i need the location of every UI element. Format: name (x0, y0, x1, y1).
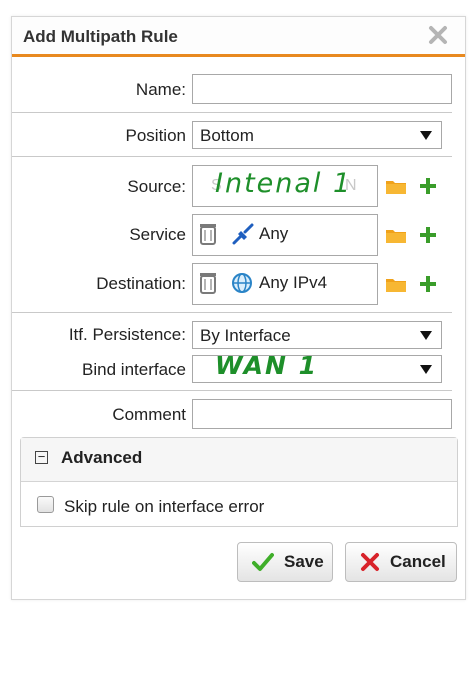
advanced-panel: − Advanced Skip rule on interface error (20, 437, 458, 527)
cancel-button[interactable]: Cancel (345, 542, 457, 582)
trash-icon[interactable] (199, 272, 217, 294)
add-multipath-rule-dialog: Add Multipath Rule Name: Position Bottom… (11, 16, 466, 600)
position-label: Position (125, 126, 186, 145)
skip-rule-checkbox[interactable] (37, 496, 54, 513)
bind-interface-select[interactable]: WAN 1 (192, 351, 442, 383)
source-list[interactable]: S N Intenal 1 (192, 165, 378, 207)
add-icon[interactable] (418, 225, 438, 245)
chevron-down-icon (420, 331, 432, 340)
chevron-down-icon (420, 365, 432, 374)
add-icon[interactable] (418, 274, 438, 294)
dialog-title: Add Multipath Rule (23, 27, 178, 46)
cross-icon (361, 553, 379, 571)
advanced-header-label: Advanced (61, 448, 143, 467)
bind-interface-label: Bind interface (82, 360, 186, 379)
separator (12, 390, 452, 391)
folder-icon[interactable] (385, 276, 407, 293)
destination-item[interactable]: Any IPv4 (199, 272, 327, 294)
service-item[interactable]: Any (199, 223, 288, 245)
separator (12, 156, 452, 157)
bind-interface-handwritten-annotation: WAN 1 (215, 351, 319, 380)
separator (12, 112, 452, 113)
destination-list[interactable]: Any IPv4 (192, 263, 378, 305)
close-icon[interactable] (427, 24, 449, 46)
cancel-button-label: Cancel (390, 552, 446, 571)
folder-icon[interactable] (385, 178, 407, 195)
position-select-value: Bottom (200, 126, 254, 145)
save-button-label: Save (284, 552, 324, 571)
position-select[interactable]: Bottom (192, 121, 442, 149)
add-icon[interactable] (418, 176, 438, 196)
itf-persistence-value: By Interface (200, 326, 291, 345)
name-input[interactable] (192, 74, 452, 104)
comment-input[interactable] (192, 399, 452, 429)
service-list[interactable]: Any (192, 214, 378, 256)
service-item-label: Any (259, 224, 289, 243)
separator (12, 312, 452, 313)
dialog-titlebar: Add Multipath Rule (12, 17, 465, 57)
checkmark-icon (252, 553, 274, 571)
globe-icon (232, 273, 252, 293)
advanced-panel-header[interactable]: − Advanced (21, 438, 457, 482)
skip-rule-label: Skip rule on interface error (64, 497, 265, 516)
service-label: Service (129, 225, 186, 244)
itf-persistence-select[interactable]: By Interface (192, 321, 442, 349)
source-handwritten-annotation: Intenal 1 (215, 168, 353, 199)
service-plug-icon (232, 223, 254, 245)
collapse-toggle-icon[interactable]: − (35, 450, 48, 464)
comment-label: Comment (112, 405, 186, 424)
trash-icon[interactable] (199, 223, 217, 245)
save-button[interactable]: Save (237, 542, 333, 582)
chevron-down-icon (420, 131, 432, 140)
destination-label: Destination: (96, 274, 186, 293)
destination-item-label: Any IPv4 (259, 273, 328, 292)
itf-persistence-label: Itf. Persistence: (68, 325, 186, 344)
source-label: Source: (127, 177, 186, 196)
name-label: Name: (135, 80, 186, 99)
folder-icon[interactable] (385, 227, 407, 244)
